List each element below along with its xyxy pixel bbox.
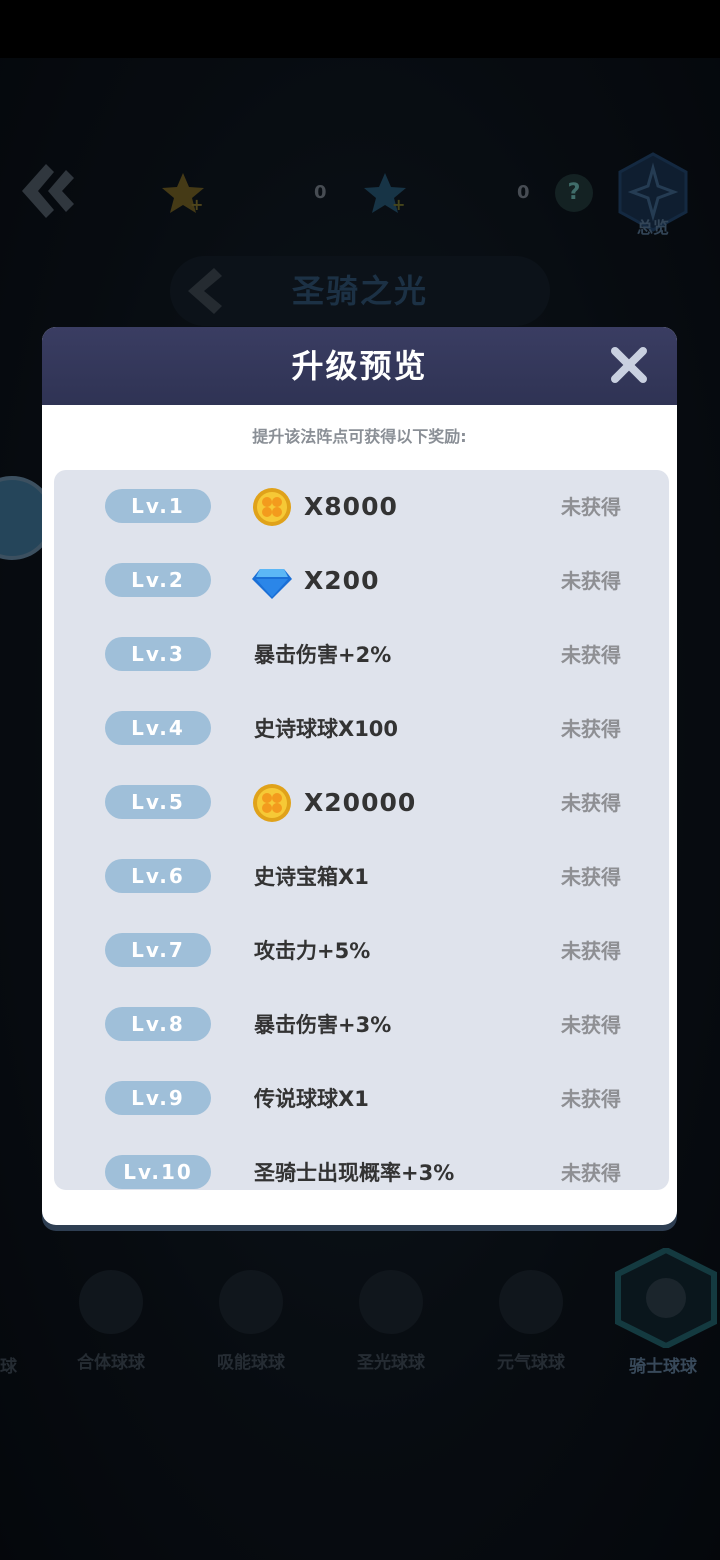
reward-text: 史诗宝箱X1 <box>254 865 369 889</box>
reward-text: 攻击力+5% <box>254 939 371 963</box>
reward-status: 未获得 <box>561 717 621 741</box>
level-badge: Lv.9 <box>105 1081 211 1115</box>
reward-text: 暴击伤害+3% <box>254 1013 392 1037</box>
reward-row: Lv.1 X8000 未获得 <box>54 470 669 544</box>
reward-row: Lv.7 攻击力+5% 未获得 <box>54 914 669 988</box>
reward-text: X20000 <box>304 788 417 817</box>
reward-status: 未获得 <box>561 1013 621 1037</box>
reward-status: 未获得 <box>561 1161 621 1185</box>
level-badge: Lv.4 <box>105 711 211 745</box>
reward-status: 未获得 <box>561 939 621 963</box>
reward-status: 未获得 <box>561 1087 621 1111</box>
reward-text: 圣骑士出现概率+3% <box>254 1161 455 1185</box>
reward-text: 暴击伤害+2% <box>254 643 392 667</box>
reward-text: X200 <box>304 566 380 595</box>
close-icon[interactable] <box>609 345 649 385</box>
reward-status: 未获得 <box>561 865 621 889</box>
reward-row: Lv.3 暴击伤害+2% 未获得 <box>54 618 669 692</box>
reward-row: Lv.9 传说球球X1 未获得 <box>54 1062 669 1136</box>
gold-coin-icon <box>253 784 291 822</box>
reward-text: 史诗球球X100 <box>254 717 399 741</box>
reward-row: Lv.2 X200 未获得 <box>54 544 669 618</box>
level-badge: Lv.7 <box>105 933 211 967</box>
status-bar <box>0 0 720 58</box>
reward-status: 未获得 <box>561 643 621 667</box>
level-badge: Lv.1 <box>105 489 211 523</box>
reward-row: Lv.5 X20000 未获得 <box>54 766 669 840</box>
reward-row: Lv.8 暴击伤害+3% 未获得 <box>54 988 669 1062</box>
level-badge: Lv.2 <box>105 563 211 597</box>
blue-diamond-icon <box>252 569 292 599</box>
reward-row: Lv.10 圣骑士出现概率+3% 未获得 <box>54 1136 669 1190</box>
modal-subtitle: 提升该法阵点可获得以下奖励: <box>252 427 467 446</box>
reward-status: 未获得 <box>561 495 621 519</box>
reward-status: 未获得 <box>561 791 621 815</box>
reward-list[interactable]: Lv.1 X8000 未获得 Lv.2 X200 未获得 Lv.3 暴击伤害+2… <box>54 470 669 1190</box>
reward-row: Lv.6 史诗宝箱X1 未获得 <box>54 840 669 914</box>
modal-header: 升级预览 <box>42 327 677 405</box>
level-badge: Lv.3 <box>105 637 211 671</box>
modal-title: 升级预览 <box>291 347 428 385</box>
reward-text: X8000 <box>304 492 398 521</box>
reward-row: Lv.4 史诗球球X100 未获得 <box>54 692 669 766</box>
level-badge: Lv.8 <box>105 1007 211 1041</box>
reward-text: 传说球球X1 <box>254 1087 369 1111</box>
reward-status: 未获得 <box>561 569 621 593</box>
level-badge: Lv.10 <box>105 1155 211 1189</box>
level-badge: Lv.6 <box>105 859 211 893</box>
gold-coin-icon <box>253 488 291 526</box>
level-badge: Lv.5 <box>105 785 211 819</box>
upgrade-preview-modal: 升级预览 提升该法阵点可获得以下奖励: Lv.1 X8000 未获得 Lv.2 <box>42 327 677 1225</box>
